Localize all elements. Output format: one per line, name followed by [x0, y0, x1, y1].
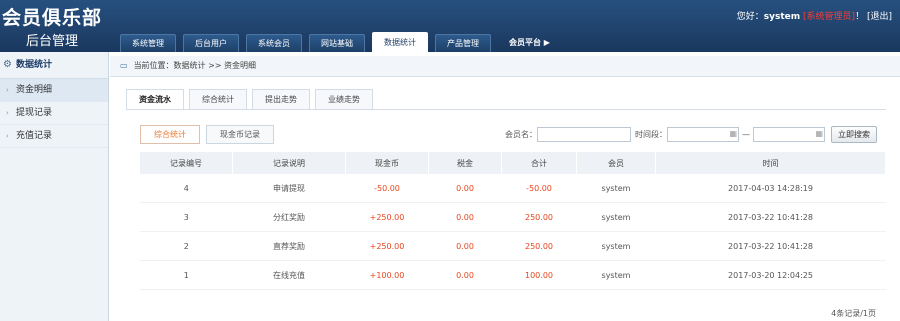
time-label: 时间段： — [635, 130, 667, 139]
arrow-right-icon: › — [6, 109, 9, 117]
nav-tab-statistics[interactable]: 数据统计 — [372, 32, 428, 52]
cell-id: 1 — [140, 260, 233, 290]
cell-id: 3 — [140, 202, 233, 232]
cell-total: 250.00 — [501, 231, 577, 261]
main-content: 资金流水 综合统计 提出走势 业绩走势 综合统计 现金币记录 会员名： 时间段：… — [118, 86, 890, 321]
calendar-icon[interactable]: ▦ — [729, 129, 737, 138]
sidebar-title-label: 数据统计 — [16, 60, 53, 70]
breadcrumb: ▭ 当前位置：数据统计 >> 资金明细 — [110, 56, 900, 77]
sidebar-item-label: 充值记录 — [16, 131, 53, 141]
sidebar-item-recharges[interactable]: › 充值记录 — [0, 125, 108, 148]
col-header-time: 时间 — [655, 152, 886, 174]
table-row: 1 在线充值 +100.00 0.00 100.00 system 2017-0… — [140, 260, 886, 290]
nav-tab-system[interactable]: 系统管理 — [120, 34, 176, 52]
filter-cash-records-button[interactable]: 现金币记录 — [206, 125, 274, 144]
sidebar-item-fund-details[interactable]: › 资金明细 — [0, 79, 108, 102]
col-header-description: 记录说明 — [232, 152, 346, 174]
tab-summary[interactable]: 综合统计 — [189, 89, 247, 109]
cell-member: system — [576, 260, 656, 290]
calendar-icon[interactable]: ▦ — [815, 129, 823, 138]
arrow-right-icon: › — [6, 86, 9, 94]
filter-buttons: 综合统计 现金币记录 — [140, 125, 280, 144]
breadcrumb-text: 当前位置：数据统计 >> 资金明细 — [133, 61, 257, 70]
nav-tab-admin-users[interactable]: 后台用户 — [183, 34, 239, 52]
user-role-text: [系统管理员] — [803, 12, 856, 22]
cell-description: 分红奖励 — [232, 202, 346, 232]
cell-cash: +250.00 — [345, 231, 429, 261]
gear-icon: ⚙ — [3, 59, 12, 70]
date-to-input[interactable] — [753, 127, 825, 142]
cell-cash: +100.00 — [345, 260, 429, 290]
col-header-member: 会员 — [576, 152, 656, 174]
member-label: 会员名： — [505, 130, 537, 139]
tab-fund-flow[interactable]: 资金流水 — [126, 89, 184, 109]
sidebar-title: ⚙ 数据统计 — [0, 52, 108, 79]
sidebar: ⚙ 数据统计 › 资金明细 › 提现记录 › 充值记录 — [0, 52, 109, 321]
cell-member: system — [576, 174, 656, 203]
table-row: 4 申请提现 -50.00 0.00 -50.00 system 2017-04… — [140, 174, 886, 203]
cell-total: 250.00 — [501, 202, 577, 232]
sidebar-item-label: 提现记录 — [16, 108, 53, 118]
greeting-separator: ！ — [855, 12, 865, 22]
nav-tab-members[interactable]: 系统会员 — [246, 34, 302, 52]
cell-tax: 0.00 — [428, 260, 502, 290]
col-header-total: 合计 — [501, 152, 577, 174]
sub-tabs: 资金流水 综合统计 提出走势 业绩走势 — [126, 89, 378, 109]
col-header-tax: 税金 — [428, 152, 502, 174]
sidebar-item-withdrawals[interactable]: › 提现记录 — [0, 102, 108, 125]
date-to-wrapper: ▦ — [753, 127, 825, 142]
cell-time: 2017-03-22 10:41:28 — [655, 231, 886, 261]
tab-performance-trend[interactable]: 业绩走势 — [315, 89, 373, 109]
col-header-cash: 现金币 — [345, 152, 429, 174]
member-input[interactable] — [537, 127, 631, 142]
range-separator: — — [742, 130, 750, 139]
cell-tax: 0.00 — [428, 202, 502, 232]
table-row: 2 直荐奖励 +250.00 0.00 250.00 system 2017-0… — [140, 231, 886, 261]
cell-total: -50.00 — [501, 174, 577, 203]
cell-tax: 0.00 — [428, 231, 502, 261]
date-from-wrapper: ▦ — [667, 127, 739, 142]
col-header-id: 记录编号 — [140, 152, 233, 174]
pagination-info: 4条记录/1页 — [831, 309, 876, 318]
filter-summary-button[interactable]: 综合统计 — [140, 125, 200, 144]
nav-tab-member-platform[interactable]: 会员平台 ▶ — [498, 34, 561, 51]
brand-title: 会员俱乐部 — [2, 7, 103, 29]
greeting-text: 您好： — [736, 12, 764, 22]
date-from-input[interactable] — [667, 127, 739, 142]
tab-withdraw-trend[interactable]: 提出走势 — [252, 89, 310, 109]
home-icon: ▭ — [120, 61, 128, 70]
table-row: 3 分红奖励 +250.00 0.00 250.00 system 2017-0… — [140, 202, 886, 232]
cell-time: 2017-04-03 14:28:19 — [655, 174, 886, 203]
search-bar: 会员名： 时间段： ▦ — ▦ 立即搜索 — [505, 126, 877, 143]
brand-subtitle: 后台管理 — [26, 34, 79, 49]
cell-description: 申请提现 — [232, 174, 346, 203]
cell-id: 4 — [140, 174, 233, 203]
cell-id: 2 — [140, 231, 233, 261]
tab-divider — [126, 109, 886, 110]
nav-tab-products[interactable]: 产品管理 — [435, 34, 491, 52]
user-info: 您好：system [系统管理员]！ [退出] — [737, 9, 892, 22]
cell-member: system — [576, 202, 656, 232]
nav-tab-site-basics[interactable]: 网站基础 — [309, 34, 365, 52]
sidebar-item-label: 资金明细 — [16, 85, 53, 95]
main-nav: 系统管理 后台用户 系统会员 网站基础 数据统计 产品管理 会员平台 ▶ — [120, 32, 568, 52]
cell-tax: 0.00 — [428, 174, 502, 203]
chevron-right-icon: ▶ — [543, 38, 550, 47]
cell-cash: -50.00 — [345, 174, 429, 203]
top-header: 会员俱乐部 后台管理 您好：system [系统管理员]！ [退出] 系统管理 … — [0, 0, 900, 52]
cell-member: system — [576, 231, 656, 261]
cell-description: 在线充值 — [232, 260, 346, 290]
logout-link[interactable]: [退出] — [867, 12, 892, 22]
cell-time: 2017-03-22 10:41:28 — [655, 202, 886, 232]
search-button[interactable]: 立即搜索 — [831, 126, 877, 143]
cell-description: 直荐奖励 — [232, 231, 346, 261]
cell-time: 2017-03-20 12:04:25 — [655, 260, 886, 290]
fund-table: 记录编号 记录说明 现金币 税金 合计 会员 时间 4 申请提现 -50.00 … — [140, 152, 886, 290]
username: system — [763, 12, 801, 22]
cell-total: 100.00 — [501, 260, 577, 290]
arrow-right-icon: › — [6, 132, 9, 140]
table-header-row: 记录编号 记录说明 现金币 税金 合计 会员 时间 — [140, 152, 886, 174]
cell-cash: +250.00 — [345, 202, 429, 232]
nav-tab-member-platform-label: 会员平台 — [509, 38, 541, 47]
